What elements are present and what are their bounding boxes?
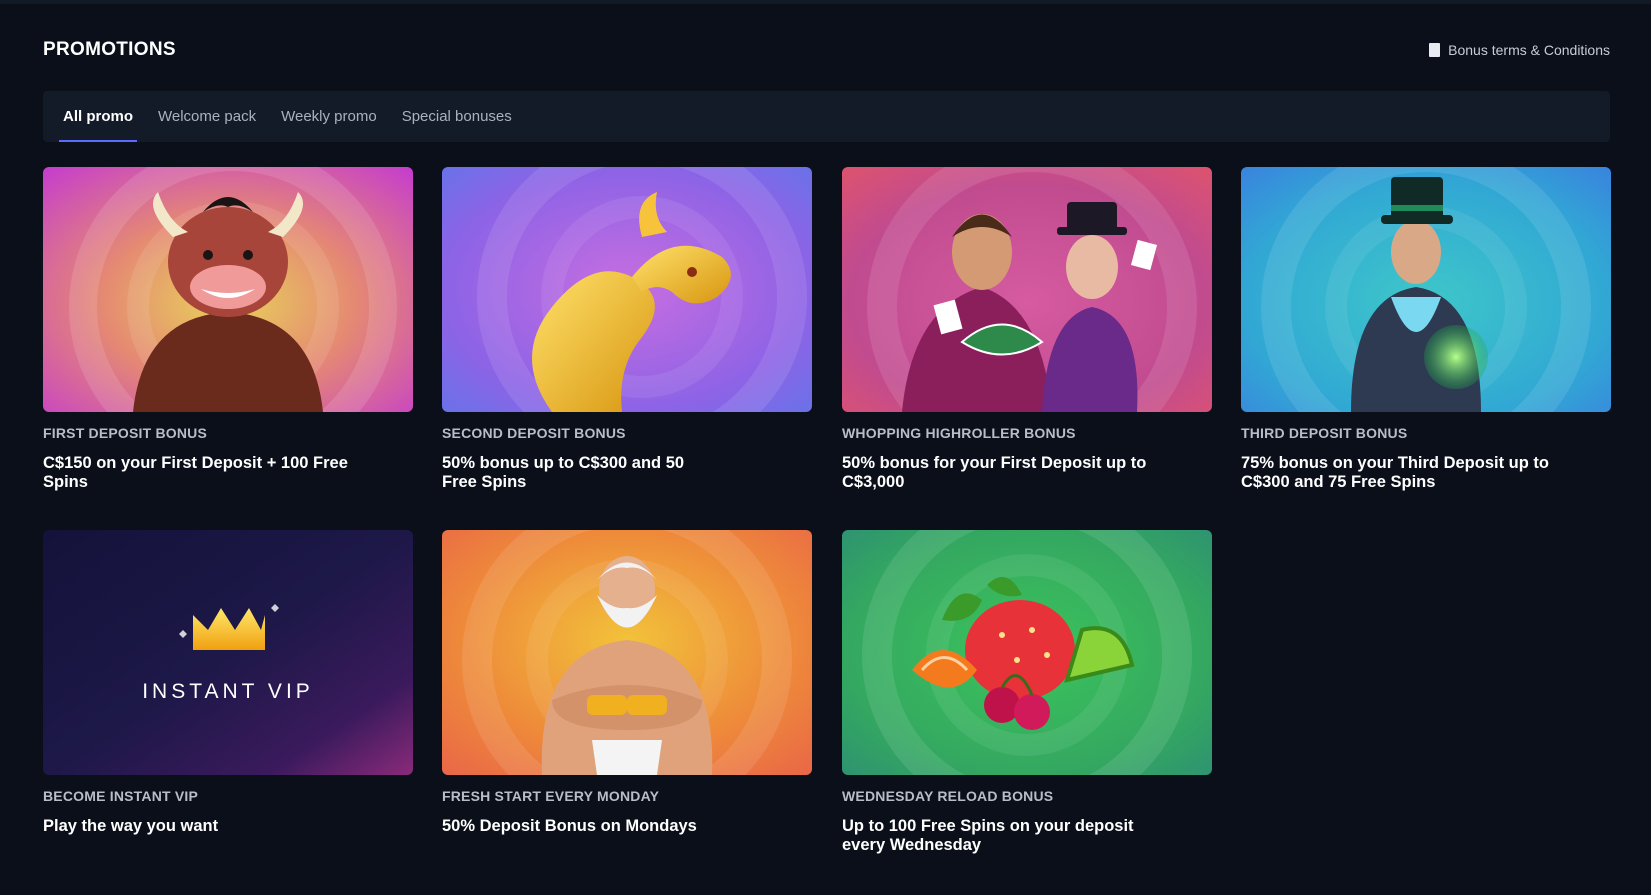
promo-label: BECOME INSTANT VIP <box>43 788 199 804</box>
bonus-terms-label: Bonus terms & Conditions <box>1448 42 1610 58</box>
promo-title: 50% bonus up to C$300 and 50 Free Spins <box>442 454 685 491</box>
promo-title: Up to 100 Free Spins on your deposit eve… <box>842 817 1134 854</box>
document-icon <box>1429 43 1441 57</box>
promo-label: WEDNESDAY RELOAD BONUS <box>842 788 1054 804</box>
promo-card-monday[interactable]: FRESH START EVERY MONDAY 50% Deposit Bon… <box>442 530 812 836</box>
bull-character-image[interactable] <box>43 167 413 412</box>
promo-card-second-deposit[interactable]: SECOND DEPOSIT BONUS 50% bonus up to C$3… <box>442 167 812 492</box>
top-hat-magician-image[interactable] <box>1241 167 1611 412</box>
promo-label: SECOND DEPOSIT BONUS <box>442 425 626 441</box>
tab-special-bonuses[interactable]: Special bonuses <box>398 91 516 142</box>
promo-card-instant-vip[interactable]: INSTANT VIP BECOME INSTANT VIP Play the … <box>43 530 413 836</box>
tab-welcome-pack[interactable]: Welcome pack <box>154 91 260 142</box>
page-header: PROMOTIONS Bonus terms & Conditions <box>43 36 1610 64</box>
crown-image[interactable]: INSTANT VIP <box>43 530 413 775</box>
promo-card-third-deposit[interactable]: THIRD DEPOSIT BONUS 75% bonus on your Th… <box>1241 167 1611 492</box>
promo-label: FIRST DEPOSIT BONUS <box>43 425 208 441</box>
promo-title: 50% Deposit Bonus on Mondays <box>442 817 697 835</box>
promo-title: 75% bonus on your Third Deposit up to C$… <box>1241 454 1549 491</box>
fruits-image[interactable] <box>842 530 1212 775</box>
bonus-terms-link[interactable]: Bonus terms & Conditions <box>1429 42 1610 58</box>
promo-label: WHOPPING HIGHROLLER BONUS <box>842 425 1076 441</box>
promo-card-highroller[interactable]: WHOPPING HIGHROLLER BONUS 50% bonus for … <box>842 167 1212 492</box>
promo-title: 50% bonus for your First Deposit up to C… <box>842 454 1147 491</box>
card-magicians-image[interactable] <box>842 167 1212 412</box>
tab-weekly-promo[interactable]: Weekly promo <box>277 91 381 142</box>
promo-label: FRESH START EVERY MONDAY <box>442 788 660 804</box>
promo-title: Play the way you want <box>43 817 219 835</box>
vip-image-text: INSTANT VIP <box>142 680 314 703</box>
promo-tabs: All promo Welcome pack Weekly promo Spec… <box>43 91 1610 142</box>
zeus-image[interactable] <box>442 530 812 775</box>
top-edge <box>0 0 1651 4</box>
promo-title: C$150 on your First Deposit + 100 Free S… <box>43 454 348 491</box>
golden-dragon-image[interactable] <box>442 167 812 412</box>
promo-card-wednesday[interactable]: WEDNESDAY RELOAD BONUS Up to 100 Free Sp… <box>842 530 1212 855</box>
page-title: PROMOTIONS <box>43 39 176 60</box>
promo-card-first-deposit[interactable]: FIRST DEPOSIT BONUS C$150 on your First … <box>43 167 413 492</box>
promo-label: THIRD DEPOSIT BONUS <box>1241 425 1408 441</box>
tab-all-promo[interactable]: All promo <box>59 91 137 142</box>
